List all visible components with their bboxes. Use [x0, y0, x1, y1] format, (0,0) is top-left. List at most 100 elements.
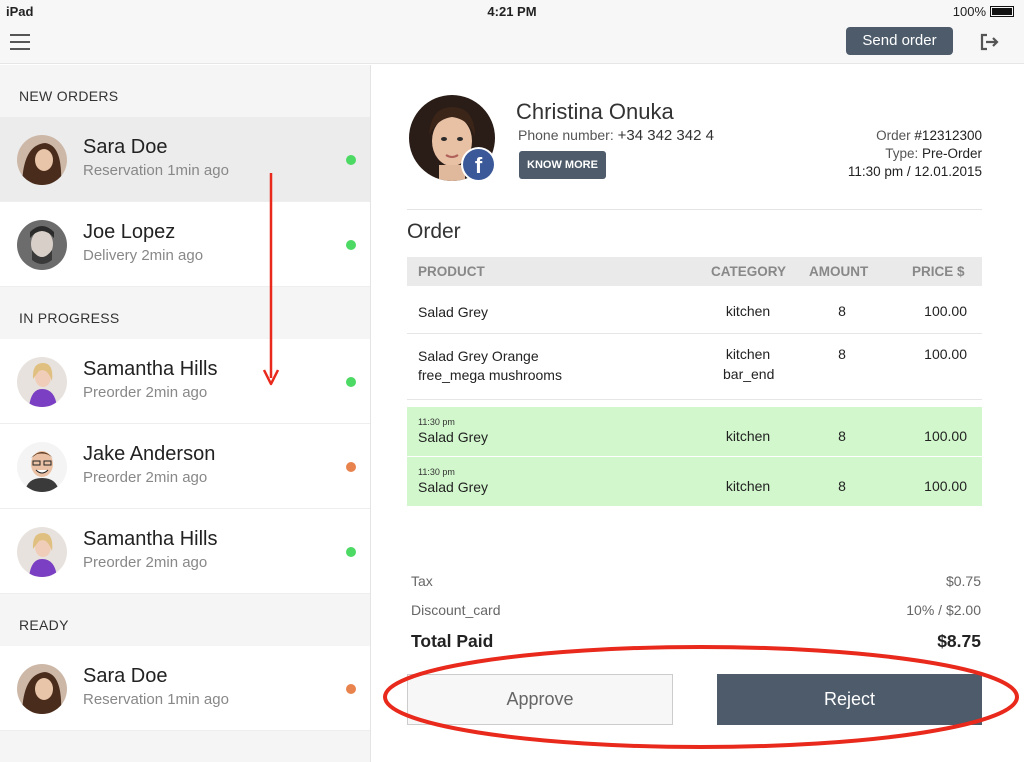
item-product: Salad Grey: [418, 304, 489, 320]
battery-icon: [990, 6, 1014, 17]
item-category: kitchen: [725, 428, 771, 444]
customer-phone: Phone number: +34 342 342 4: [518, 127, 714, 144]
header-price: PRICE $: [912, 264, 965, 279]
logout-icon[interactable]: [978, 32, 1000, 52]
total-label: Total Paid: [411, 631, 494, 651]
avatar: [17, 527, 67, 577]
table-row: Salad Grey Orange free_mega mushrooms kitc…: [407, 334, 982, 400]
discount-row: Discount_card 10% / $2.00: [411, 602, 981, 622]
order-customer-name: Samantha Hills: [83, 528, 218, 550]
facebook-icon: f: [461, 147, 496, 182]
avatar: [17, 664, 67, 714]
battery-indicator: 100%: [953, 4, 1014, 19]
item-amount: 8: [838, 478, 846, 494]
status-dot: [346, 462, 356, 472]
order-list-item[interactable]: Joe Lopez Delivery 2min ago: [0, 202, 370, 287]
phone-value: +34 342 342 4: [617, 127, 714, 144]
order-number: #12312300: [914, 128, 982, 143]
order-status-text: Preorder 2min ago: [83, 384, 208, 401]
order-list-item[interactable]: Samantha Hills Preorder 2min ago: [0, 509, 370, 594]
order-list-item[interactable]: Sara Doe Reservation 1min ago: [0, 117, 370, 202]
menu-icon[interactable]: [10, 34, 30, 50]
order-list-item[interactable]: Sara Doe Reservation 1min ago: [0, 646, 370, 731]
table-header: PRODUCT CATEGORY AMOUNT PRICE $: [407, 257, 982, 286]
item-product: Salad Grey: [418, 479, 489, 495]
item-price: 100.00: [924, 346, 967, 362]
order-status-text: Reservation 1min ago: [83, 162, 229, 179]
item-price: 100.00: [924, 303, 967, 319]
order-customer-name: Samantha Hills: [83, 358, 218, 380]
table-row: 11:30 pm Salad Grey kitchen 8 100.00: [407, 407, 982, 457]
header-category: CATEGORY: [711, 264, 787, 279]
approve-button[interactable]: Approve: [407, 674, 673, 725]
item-price: 100.00: [924, 478, 967, 494]
order-customer-name: Jake Anderson: [83, 443, 216, 465]
order-customer-name: Sara Doe: [83, 665, 168, 687]
status-dot: [346, 684, 356, 694]
reject-button[interactable]: Reject: [717, 674, 982, 725]
avatar: [17, 135, 67, 185]
item-product: Salad Grey: [418, 429, 489, 445]
table-row: Salad Grey kitchen 8 100.00: [407, 286, 982, 334]
order-datetime: 11:30 pm / 12.01.2015: [847, 164, 982, 179]
item-category-extra: bar_end: [723, 366, 775, 382]
table-row: 11:30 pm Salad Grey kitchen 8 100.00: [407, 457, 982, 507]
order-list-item[interactable]: Samantha Hills Preorder 2min ago: [0, 339, 370, 424]
status-dot: [346, 155, 356, 165]
total-value: $8.75: [937, 631, 981, 651]
item-time: 11:30 pm: [418, 467, 455, 477]
item-product: Salad Grey Orange: [418, 348, 539, 364]
order-section-title: Order: [407, 220, 461, 243]
discount-label: Discount_card: [411, 602, 501, 618]
section-title: IN PROGRESS: [19, 310, 120, 326]
order-type-label: Type:: [885, 146, 919, 161]
section-title: READY: [19, 617, 69, 633]
order-status-text: Preorder 2min ago: [83, 554, 208, 571]
orders-sidebar: NEW ORDERS Sara Doe Reservation 1min ago Jo…: [0, 65, 371, 762]
item-category: kitchen: [725, 303, 771, 319]
order-meta: Order #12312300 Type: Pre-Order 11:30 pm…: [848, 127, 982, 181]
order-list-item[interactable]: Jake Anderson Preorder 2min ago: [0, 424, 370, 509]
avatar: [17, 357, 67, 407]
clock: 4:21 PM: [487, 4, 537, 19]
customer-name: Christina Onuka: [516, 99, 674, 124]
total-row: Total Paid $8.75: [411, 631, 981, 655]
send-order-button[interactable]: Send order: [846, 27, 953, 55]
item-product-extra: free_mega mushrooms: [418, 367, 562, 383]
header-amount: AMOUNT: [809, 264, 869, 279]
know-more-button[interactable]: KNOW MORE: [519, 151, 606, 179]
item-amount: 8: [838, 346, 846, 362]
status-dot: [346, 377, 356, 387]
facebook-glyph: f: [463, 149, 494, 180]
top-toolbar: Send order: [0, 22, 1024, 64]
tax-value: $0.75: [945, 573, 981, 589]
tax-label: Tax: [411, 573, 433, 589]
order-number-label: Order: [876, 128, 911, 143]
status-dot: [346, 240, 356, 250]
phone-label: Phone number:: [518, 127, 614, 143]
discount-value: 10% / $2.00: [906, 602, 981, 618]
status-bar: iPad 4:21 PM 100%: [0, 0, 1024, 22]
item-amount: 8: [838, 303, 846, 319]
avatar: [17, 220, 67, 270]
order-type: Pre-Order: [921, 146, 982, 161]
item-price: 100.00: [924, 428, 967, 444]
order-status-text: Delivery 2min ago: [83, 247, 204, 264]
item-category: kitchen: [725, 478, 771, 494]
battery-percent: 100%: [952, 4, 986, 19]
avatar: [17, 442, 67, 492]
item-time: 11:30 pm: [418, 417, 455, 427]
order-status-text: Reservation 1min ago: [83, 691, 229, 708]
order-status-text: Preorder 2min ago: [83, 469, 208, 486]
section-title: NEW ORDERS: [19, 88, 119, 104]
order-detail-panel: f Christina Onuka Phone number: +34 342 …: [372, 65, 1024, 762]
item-category: kitchen: [725, 346, 771, 362]
order-table: PRODUCT CATEGORY AMOUNT PRICE $ Salad Gr…: [407, 257, 982, 507]
order-customer-name: Joe Lopez: [83, 221, 176, 243]
divider: [407, 209, 982, 210]
tax-row: Tax $0.75: [411, 573, 981, 593]
header-product: PRODUCT: [418, 264, 485, 279]
item-amount: 8: [838, 428, 846, 444]
order-customer-name: Sara Doe: [83, 136, 168, 158]
status-dot: [346, 547, 356, 557]
